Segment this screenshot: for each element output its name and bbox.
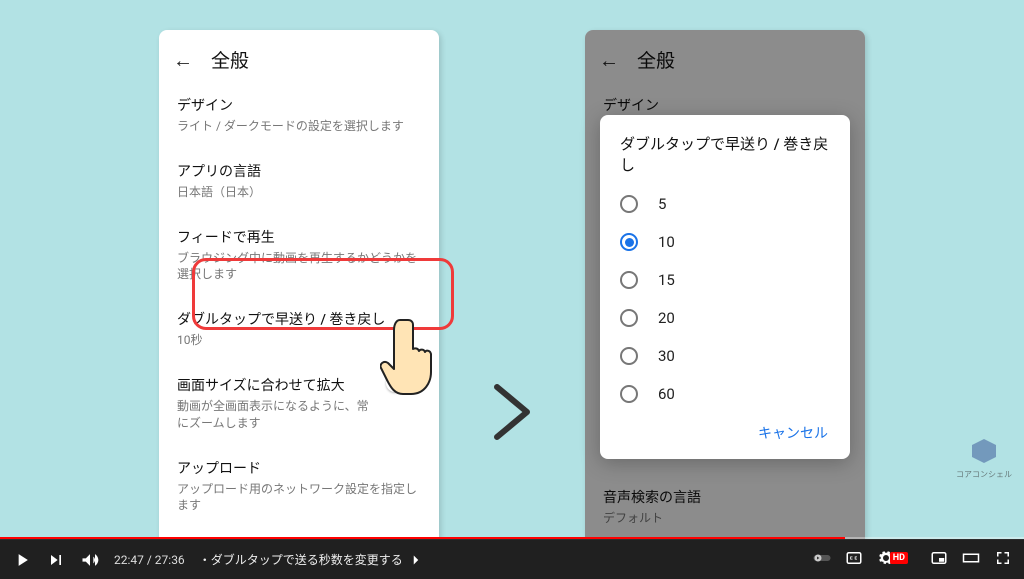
chapter-button[interactable]: ・ダブルタップで送る秒数を変更する [199,551,425,569]
back-arrow-icon[interactable]: ← [173,50,193,70]
double-tap-seek-dialog: ダブルタップで早送り / 巻き戻し 5 10 15 20 30 60 キャンセル [600,115,850,459]
setting-label: ダブルタップで早送り / 巻き戻し [177,309,421,329]
setting-design[interactable]: デザイン ライト / ダークモードの設定を選択します [177,83,421,149]
radio-option-30[interactable]: 30 [604,337,846,375]
setting-voice-language-dimmed: 音声検索の言語 デフォルト [603,475,847,541]
next-icon[interactable] [46,550,66,570]
radio-label: 60 [658,385,675,403]
radio-icon [620,309,638,327]
setting-sub: アップロード用のネットワーク設定を指定します [177,481,421,515]
play-icon[interactable] [12,550,32,570]
phone-right-header: ← 全般 [585,30,865,83]
setting-sub: ライト / ダークモードの設定を選択します [177,118,421,135]
setting-sub: 動画が全画面表示になるように、常にズームします [177,398,371,432]
watermark-logo-icon [972,439,996,463]
radio-icon [620,385,638,403]
miniplayer-icon[interactable] [930,549,948,570]
autoplay-toggle-icon[interactable] [813,549,831,570]
settings-gear-icon[interactable]: HD [877,549,916,570]
radio-icon [620,271,638,289]
radio-icon [620,233,638,251]
chapter-title: ・ダブルタップで送る秒数を変更する [199,551,403,568]
phone-right-title: 全般 [637,46,675,73]
setting-sub: デフォルト [603,510,847,527]
setting-label: デザイン [177,95,421,115]
setting-label: 音声検索の言語 [603,487,847,507]
radio-label: 10 [658,233,675,251]
setting-label: デザイン [603,95,847,115]
setting-upload[interactable]: アップロード アップロード用のネットワーク設定を指定します [177,446,421,529]
theater-mode-icon[interactable] [962,549,980,570]
radio-icon [620,195,638,213]
setting-sub: 10秒 [177,332,421,349]
captions-icon[interactable] [845,549,863,570]
setting-app-language[interactable]: アプリの言語 日本語（日本） [177,149,421,215]
radio-option-5[interactable]: 5 [604,185,846,223]
radio-label: 15 [658,271,675,289]
player-control-bar: 22:47 / 27:36 ・ダブルタップで送る秒数を変更する HD [0,539,1024,579]
quality-badge: HD [890,552,908,564]
settings-list: デザイン ライト / ダークモードの設定を選択します アプリの言語 日本語（日本… [159,83,439,568]
radio-label: 5 [658,195,666,213]
setting-label: フィードで再生 [177,227,421,247]
total-time: 27:36 [155,553,185,567]
cancel-button[interactable]: キャンセル [758,426,828,442]
volume-icon[interactable] [80,550,100,570]
setting-label: アプリの言語 [177,161,421,181]
watermark-text: コアコンシェル [956,469,1012,480]
toggle-off-icon[interactable] [387,375,421,391]
radio-icon [620,347,638,365]
radio-label: 30 [658,347,675,365]
phone-left: ← 全般 デザイン ライト / ダークモードの設定を選択します アプリの言語 日… [159,30,439,568]
chevron-right-icon [407,551,425,569]
channel-watermark[interactable]: コアコンシェル [956,439,1012,480]
radio-option-60[interactable]: 60 [604,375,846,413]
phone-left-title: 全般 [211,46,249,73]
setting-double-tap-seek[interactable]: ダブルタップで早送り / 巻き戻し 10秒 [177,297,421,363]
radio-option-20[interactable]: 20 [604,299,846,337]
radio-option-10[interactable]: 10 [604,223,846,261]
setting-sub: ブラウジング中に動画を再生するかどうかを選択します [177,250,421,284]
time-display: 22:47 / 27:36 [114,553,185,567]
setting-zoom-to-fill[interactable]: 画面サイズに合わせて拡大 動画が全画面表示になるように、常にズームします [177,363,421,446]
current-time: 22:47 [114,553,144,567]
setting-sub: 日本語（日本） [177,184,421,201]
chevron-right-icon [487,377,537,462]
setting-label: アップロード [177,458,421,478]
dialog-title: ダブルタップで早送り / 巻き戻し [604,133,846,185]
radio-option-15[interactable]: 15 [604,261,846,299]
setting-feed-playback[interactable]: フィードで再生 ブラウジング中に動画を再生するかどうかを選択します [177,215,421,298]
fullscreen-icon[interactable] [994,549,1012,570]
video-stage: ← 全般 デザイン ライト / ダークモードの設定を選択します アプリの言語 日… [0,0,1024,540]
radio-label: 20 [658,309,675,327]
phone-left-header: ← 全般 [159,30,439,83]
back-arrow-icon[interactable]: ← [599,50,619,70]
setting-label: 画面サイズに合わせて拡大 [177,375,371,395]
